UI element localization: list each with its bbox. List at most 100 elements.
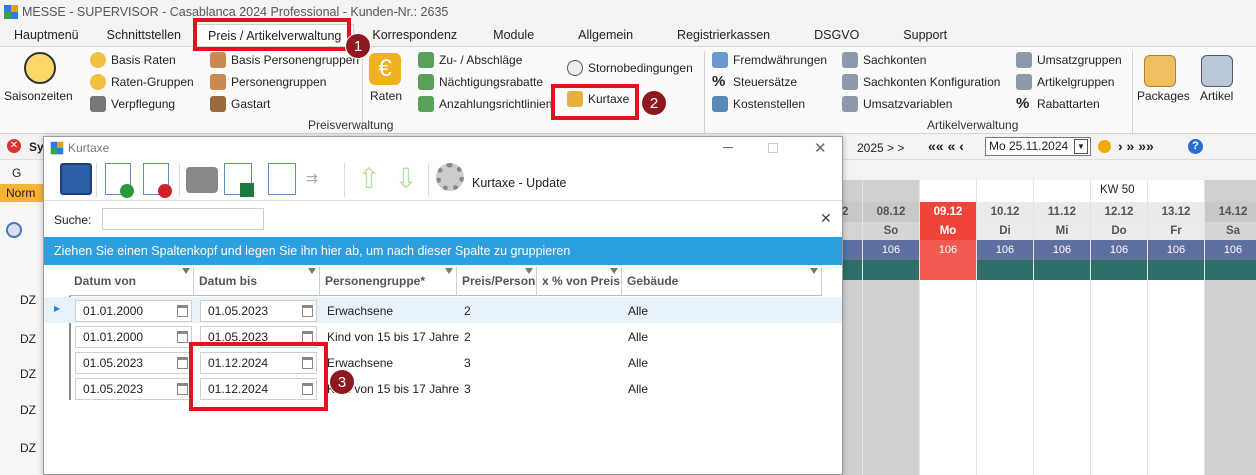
rabattarten-button[interactable]: % Rabattarten xyxy=(1016,96,1100,112)
column-header-datum-von[interactable]: Datum von xyxy=(69,267,194,296)
search-icon[interactable] xyxy=(6,222,22,238)
column-label: Preis/Person xyxy=(462,274,536,288)
column-header-gebaeude[interactable]: Gebäude xyxy=(622,267,822,296)
column-header-preis-person[interactable]: Preis/Person xyxy=(457,267,537,296)
date-to-field[interactable]: 01.05.2023 xyxy=(200,300,317,322)
package-icon[interactable] xyxy=(1144,55,1176,87)
menu-dsgvo[interactable]: DSGVO xyxy=(792,24,881,46)
move-down-icon[interactable]: ⇩ xyxy=(390,163,422,195)
menu-hauptmenu[interactable]: Hauptmenü xyxy=(0,24,93,46)
saisonzeiten-button[interactable]: Saisonzeiten xyxy=(4,89,73,103)
person-group-cell[interactable]: Erwachsene xyxy=(327,304,393,318)
save-icon[interactable] xyxy=(60,163,92,195)
sun-icon[interactable] xyxy=(1098,140,1111,153)
raten-gruppen-button[interactable]: Raten-Gruppen xyxy=(90,74,194,90)
menu-module[interactable]: Module xyxy=(471,24,556,46)
price-cell[interactable]: 3 xyxy=(464,382,471,396)
building-cell[interactable]: Alle xyxy=(628,356,648,370)
personengruppen-button[interactable]: Personengruppen xyxy=(210,74,326,90)
nav-forward-icon[interactable]: › » »» xyxy=(1118,138,1154,154)
price-cell[interactable]: 2 xyxy=(464,330,471,344)
calendar-icon[interactable] xyxy=(177,331,188,343)
person-group-cell[interactable]: Kind von 15 bis 17 Jahre xyxy=(327,330,459,344)
zu-abschlaege-button[interactable]: Zu- / Abschläge xyxy=(418,52,522,68)
maximize-icon[interactable] xyxy=(768,143,778,153)
date-picker[interactable]: Mo 25.11.2024 ▼ xyxy=(985,137,1091,156)
date-from-field[interactable]: 01.05.2023 xyxy=(75,378,192,400)
nav-arrows-icon[interactable]: «« « ‹ xyxy=(928,138,964,154)
calendar-icon[interactable] xyxy=(177,383,188,395)
filter-icon[interactable] xyxy=(445,268,453,274)
gear-icon[interactable] xyxy=(436,163,464,191)
minimize-icon[interactable] xyxy=(723,147,733,148)
price-cell[interactable]: 3 xyxy=(464,356,471,370)
search-input[interactable] xyxy=(102,208,264,230)
column-header-prozent-von-preis[interactable]: x % von Preis xyxy=(537,267,622,296)
building-cell[interactable]: Alle xyxy=(628,304,648,318)
packages-button[interactable]: Packages xyxy=(1137,89,1190,103)
calendar-icon[interactable] xyxy=(302,305,313,317)
basis-personengruppen-button[interactable]: Basis Personengruppen xyxy=(210,52,359,68)
help-icon[interactable]: ? xyxy=(1188,139,1203,154)
menu-korrespondenz[interactable]: Korrespondenz xyxy=(354,24,471,46)
raten-button[interactable]: Raten xyxy=(370,89,402,103)
steuersaetze-button[interactable]: % Steuersätze xyxy=(712,74,797,90)
clear-search-icon[interactable]: ✕ xyxy=(820,210,832,227)
group-panel[interactable]: Ziehen Sie einen Spaltenkopf und legen S… xyxy=(44,237,842,265)
menu-registrierkassen[interactable]: Registrierkassen xyxy=(655,24,792,46)
artikelgruppen-button[interactable]: Artikelgruppen xyxy=(1016,74,1114,90)
money-icon xyxy=(418,96,434,112)
euro-icon[interactable]: € xyxy=(369,53,401,85)
price-cell[interactable]: 2 xyxy=(464,304,471,318)
toolbar-separator xyxy=(179,163,180,197)
date-from-field[interactable]: 01.01.2000 xyxy=(75,300,192,322)
filter-icon[interactable] xyxy=(182,268,190,274)
filter-icon[interactable] xyxy=(525,268,533,274)
day-date: 13.12 xyxy=(1148,202,1204,222)
fremdwaehrungen-button[interactable]: Fremdwährungen xyxy=(712,52,827,68)
filter-icon[interactable] xyxy=(810,268,818,274)
sachkonten-button[interactable]: Sachkonten xyxy=(842,52,926,68)
discount-icon xyxy=(418,74,434,90)
menu-support[interactable]: Support xyxy=(881,24,961,46)
stornobedingungen-button[interactable]: Stornobedingungen xyxy=(567,60,693,76)
printer-icon[interactable] xyxy=(186,167,218,193)
menu-allgemein[interactable]: Allgemein xyxy=(556,24,655,46)
date-from-field[interactable]: 01.05.2023 xyxy=(75,352,192,374)
umsatzgruppen-button[interactable]: Umsatzgruppen xyxy=(1016,52,1122,68)
gastart-button[interactable]: Gastart xyxy=(210,96,270,112)
building-cell[interactable]: Alle xyxy=(628,330,648,344)
kurtaxe-update-button[interactable]: Kurtaxe - Update xyxy=(472,176,567,190)
clock-icon[interactable] xyxy=(24,52,56,84)
column-header-datum-bis[interactable]: Datum bis xyxy=(194,267,320,296)
kostenstellen-button[interactable]: Kostenstellen xyxy=(712,96,805,112)
calendar-icon[interactable] xyxy=(177,305,188,317)
copy-icon[interactable] xyxy=(268,163,296,195)
artikel-button[interactable]: Artikel xyxy=(1200,89,1233,103)
verpflegung-button[interactable]: Verpflegung xyxy=(90,96,175,112)
window-title: MESSE - SUPERVISOR - Casablanca 2024 Pro… xyxy=(22,5,449,19)
transfer-arrows-icon[interactable]: ⇉ xyxy=(306,171,338,185)
sachkonten-konfiguration-button[interactable]: Sachkonten Konfiguration xyxy=(842,74,1000,90)
close-icon[interactable]: ✕ xyxy=(7,139,21,153)
year-next-button[interactable]: 2025 > > xyxy=(857,141,904,155)
close-icon[interactable]: ✕ xyxy=(814,139,827,157)
column-header-personengruppe[interactable]: Personengruppe* xyxy=(320,267,457,296)
delete-record-icon[interactable] xyxy=(143,163,172,198)
anzahlungsrichtlinien-button[interactable]: Anzahlungsrichtlinien xyxy=(418,96,552,112)
move-up-icon[interactable]: ⇧ xyxy=(353,163,385,195)
building-cell[interactable]: Alle xyxy=(628,382,648,396)
filter-icon[interactable] xyxy=(308,268,316,274)
basis-raten-button[interactable]: Basis Raten xyxy=(90,52,176,68)
naechtigungsrabatte-button[interactable]: Nächtigungsrabatte xyxy=(418,74,543,90)
dialog-title: Kurtaxe xyxy=(68,141,110,155)
menu-schnittstellen[interactable]: Schnittstellen xyxy=(93,24,195,46)
calendar-icon[interactable] xyxy=(177,357,188,369)
person-group-cell[interactable]: Erwachsene xyxy=(327,356,393,370)
excel-export-icon[interactable] xyxy=(224,163,254,197)
date-from-field[interactable]: 01.01.2000 xyxy=(75,326,192,348)
basket-icon[interactable] xyxy=(1201,55,1233,87)
filter-icon[interactable] xyxy=(610,268,618,274)
add-record-icon[interactable] xyxy=(105,163,134,198)
umsatzvariablen-button[interactable]: Umsatzvariablen xyxy=(842,96,952,112)
